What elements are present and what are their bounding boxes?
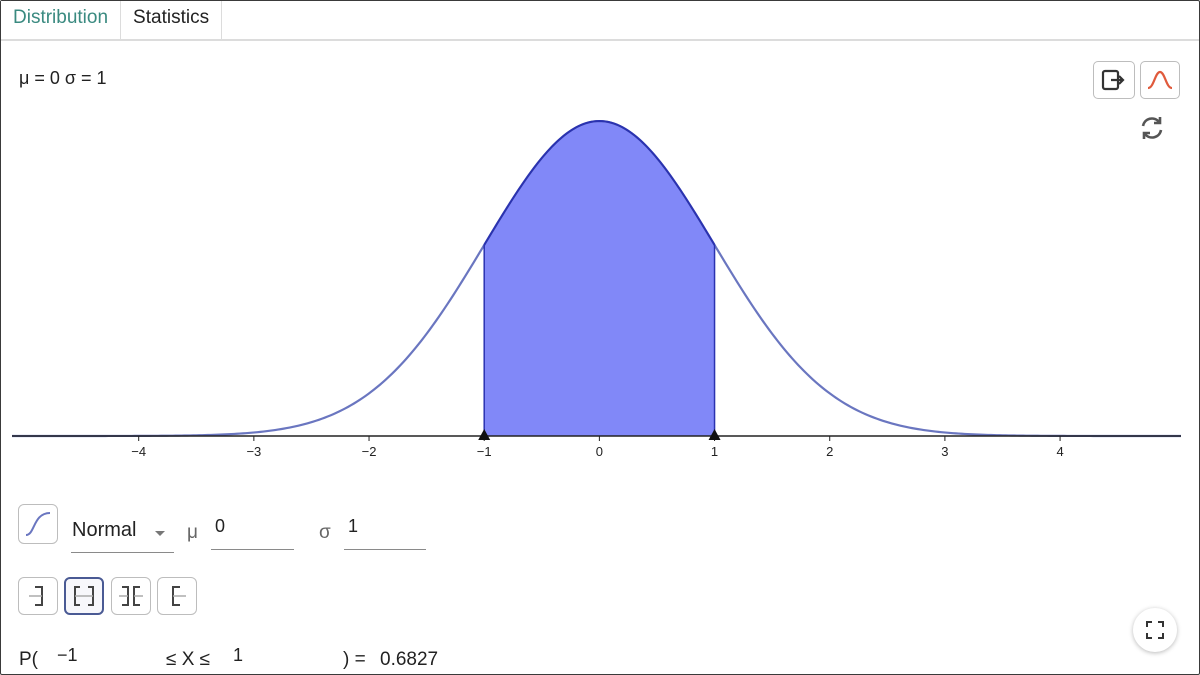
lower-bound-input[interactable]: −1 — [57, 645, 157, 671]
export-button[interactable] — [1093, 61, 1135, 99]
distribution-select-value: Normal — [72, 519, 137, 541]
interval-icon — [74, 586, 94, 606]
upper-bound-input[interactable]: 1 — [233, 645, 333, 671]
two-tailed-icon — [119, 586, 143, 606]
probability-prefix: P( — [19, 649, 38, 670]
overlay-normal-button[interactable] — [1140, 61, 1180, 99]
chevron-down-icon — [155, 531, 165, 536]
interval-button[interactable] — [64, 577, 104, 615]
x-tick-label: 1 — [711, 444, 718, 459]
mu-input[interactable]: 0 — [211, 513, 294, 550]
x-tick-label: 0 — [596, 444, 603, 459]
right-sided-button[interactable] — [157, 577, 197, 615]
sigma-input-value: 1 — [348, 516, 359, 536]
probability-middle: ≤ X ≤ — [166, 649, 211, 670]
refresh-icon — [1141, 117, 1163, 139]
x-tick-label: 3 — [941, 444, 948, 459]
reset-button[interactable] — [1137, 113, 1167, 143]
x-tick-label: 4 — [1056, 444, 1063, 459]
normal-curve-icon — [1147, 70, 1173, 90]
probability-result: 0.6827 — [380, 649, 439, 670]
sigma-input[interactable]: 1 — [344, 513, 426, 550]
mu-label: μ — [187, 522, 198, 543]
left-sided-icon — [29, 586, 43, 606]
x-tick-label: −2 — [362, 444, 377, 459]
x-tick-label: 2 — [826, 444, 833, 459]
two-tailed-button[interactable] — [111, 577, 151, 615]
fullscreen-icon — [1146, 621, 1164, 639]
left-sided-button[interactable] — [18, 577, 58, 615]
right-sided-icon — [172, 586, 186, 606]
cumulative-curve-icon — [25, 512, 51, 536]
shaded-probability-area — [484, 121, 715, 437]
x-tick-label: −3 — [246, 444, 261, 459]
mu-input-value: 0 — [215, 516, 226, 536]
fullscreen-button[interactable] — [1133, 608, 1177, 652]
cumulative-toggle-button[interactable] — [18, 504, 58, 544]
export-icon — [1101, 69, 1125, 91]
distribution-plot: −4 −3 −2 −1 0 1 2 3 4 — [12, 119, 1181, 459]
probability-equals: ) = — [343, 649, 366, 670]
x-tick-label: −1 — [477, 444, 492, 459]
x-tick-label: −4 — [131, 444, 146, 459]
sigma-label: σ — [319, 522, 331, 543]
distribution-select[interactable]: Normal — [71, 512, 174, 553]
